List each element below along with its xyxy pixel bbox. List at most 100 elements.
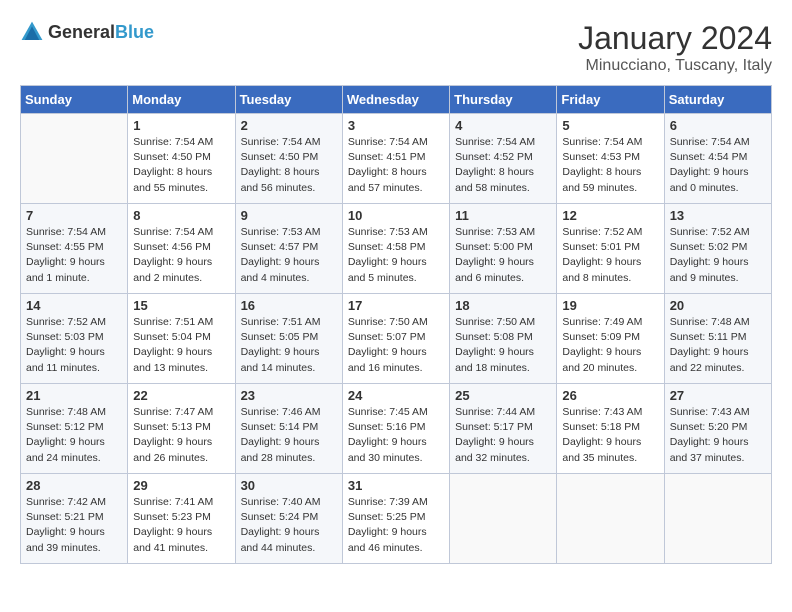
calendar-cell: 11Sunrise: 7:53 AMSunset: 5:00 PMDayligh… <box>450 204 557 294</box>
calendar-cell <box>664 474 771 564</box>
day-number: 12 <box>562 208 658 223</box>
day-number: 27 <box>670 388 766 403</box>
day-info: Sunrise: 7:45 AMSunset: 5:16 PMDaylight:… <box>348 405 444 466</box>
day-info: Sunrise: 7:54 AMSunset: 4:51 PMDaylight:… <box>348 135 444 196</box>
logo-text-blue: Blue <box>115 23 154 41</box>
day-info: Sunrise: 7:47 AMSunset: 5:13 PMDaylight:… <box>133 405 229 466</box>
day-info: Sunrise: 7:51 AMSunset: 5:04 PMDaylight:… <box>133 315 229 376</box>
day-number: 3 <box>348 118 444 133</box>
day-info: Sunrise: 7:46 AMSunset: 5:14 PMDaylight:… <box>241 405 337 466</box>
calendar-cell: 4 Sunrise: 7:54 AMSunset: 4:52 PMDaylight… <box>450 114 557 204</box>
day-info: Sunrise: 7:49 AMSunset: 5:09 PMDaylight:… <box>562 315 658 376</box>
day-number: 9 <box>241 208 337 223</box>
day-number: 4 <box>455 118 551 133</box>
day-info: Sunrise: 7:52 AMSunset: 5:02 PMDaylight:… <box>670 225 766 286</box>
calendar-cell: 13 Sunrise: 7:52 AMSunset: 5:02 PMDayligh… <box>664 204 771 294</box>
calendar-cell: 1Sunrise: 7:54 AMSunset: 4:50 PMDaylight… <box>128 114 235 204</box>
day-info: Sunrise: 7:42 AMSunset: 5:21 PMDaylight:… <box>26 495 122 556</box>
col-header-saturday: Saturday <box>664 86 771 114</box>
day-info: Sunrise: 7:40 AMSunset: 5:24 PMDaylight:… <box>241 495 337 556</box>
col-header-tuesday: Tuesday <box>235 86 342 114</box>
day-info: Sunrise: 7:54 AMSunset: 4:56 PMDaylight:… <box>133 225 229 286</box>
calendar-cell: 8 Sunrise: 7:54 AMSunset: 4:56 PMDaylight… <box>128 204 235 294</box>
day-number: 18 <box>455 298 551 313</box>
day-number: 21 <box>26 388 122 403</box>
calendar-cell: 16 Sunrise: 7:51 AMSunset: 5:05 PMDayligh… <box>235 294 342 384</box>
day-number: 10 <box>348 208 444 223</box>
calendar-cell: 22Sunrise: 7:47 AMSunset: 5:13 PMDayligh… <box>128 384 235 474</box>
calendar-week-row: 28Sunrise: 7:42 AMSunset: 5:21 PMDayligh… <box>21 474 772 564</box>
day-number: 8 <box>133 208 229 223</box>
day-info: Sunrise: 7:53 AMSunset: 4:57 PMDaylight:… <box>241 225 337 286</box>
day-info: Sunrise: 7:48 AMSunset: 5:12 PMDaylight:… <box>26 405 122 466</box>
calendar-cell: 10Sunrise: 7:53 AMSunset: 4:58 PMDayligh… <box>342 204 449 294</box>
col-header-monday: Monday <box>128 86 235 114</box>
day-number: 7 <box>26 208 122 223</box>
calendar-cell: 5 Sunrise: 7:54 AMSunset: 4:53 PMDaylight… <box>557 114 664 204</box>
calendar-cell: 7 Sunrise: 7:54 AMSunset: 4:55 PMDaylight… <box>21 204 128 294</box>
calendar-header-row: SundayMondayTuesdayWednesdayThursdayFrid… <box>21 86 772 114</box>
day-number: 26 <box>562 388 658 403</box>
day-number: 30 <box>241 478 337 493</box>
day-info: Sunrise: 7:54 AMSunset: 4:53 PMDaylight:… <box>562 135 658 196</box>
calendar-cell: 29 Sunrise: 7:41 AMSunset: 5:23 PMDayligh… <box>128 474 235 564</box>
day-number: 14 <box>26 298 122 313</box>
calendar-cell <box>21 114 128 204</box>
calendar-cell: 17 Sunrise: 7:50 AMSunset: 5:07 PMDayligh… <box>342 294 449 384</box>
calendar-week-row: 1Sunrise: 7:54 AMSunset: 4:50 PMDaylight… <box>21 114 772 204</box>
calendar-cell: 14 Sunrise: 7:52 AMSunset: 5:03 PMDayligh… <box>21 294 128 384</box>
logo-icon <box>20 20 44 44</box>
day-number: 5 <box>562 118 658 133</box>
calendar-week-row: 7 Sunrise: 7:54 AMSunset: 4:55 PMDaylight… <box>21 204 772 294</box>
calendar-cell: 31Sunrise: 7:39 AMSunset: 5:25 PMDayligh… <box>342 474 449 564</box>
day-number: 20 <box>670 298 766 313</box>
col-header-thursday: Thursday <box>450 86 557 114</box>
col-header-sunday: Sunday <box>21 86 128 114</box>
day-info: Sunrise: 7:43 AMSunset: 5:18 PMDaylight:… <box>562 405 658 466</box>
day-number: 16 <box>241 298 337 313</box>
calendar-cell: 28Sunrise: 7:42 AMSunset: 5:21 PMDayligh… <box>21 474 128 564</box>
logo-text-general: General <box>48 23 115 41</box>
calendar-cell: 3 Sunrise: 7:54 AMSunset: 4:51 PMDaylight… <box>342 114 449 204</box>
calendar-cell: 20 Sunrise: 7:48 AMSunset: 5:11 PMDayligh… <box>664 294 771 384</box>
day-info: Sunrise: 7:50 AMSunset: 5:07 PMDaylight:… <box>348 315 444 376</box>
location-title: Minucciano, Tuscany, Italy <box>578 57 772 75</box>
day-number: 2 <box>241 118 337 133</box>
day-info: Sunrise: 7:53 AMSunset: 5:00 PMDaylight:… <box>455 225 551 286</box>
day-number: 17 <box>348 298 444 313</box>
calendar-cell: 25Sunrise: 7:44 AMSunset: 5:17 PMDayligh… <box>450 384 557 474</box>
col-header-wednesday: Wednesday <box>342 86 449 114</box>
title-area: January 2024 Minucciano, Tuscany, Italy <box>578 20 772 75</box>
day-info: Sunrise: 7:54 AMSunset: 4:55 PMDaylight:… <box>26 225 122 286</box>
day-info: Sunrise: 7:52 AMSunset: 5:03 PMDaylight:… <box>26 315 122 376</box>
day-info: Sunrise: 7:54 AMSunset: 4:50 PMDaylight:… <box>241 135 337 196</box>
calendar-cell: 6Sunrise: 7:54 AMSunset: 4:54 PMDaylight… <box>664 114 771 204</box>
day-number: 24 <box>348 388 444 403</box>
day-info: Sunrise: 7:54 AMSunset: 4:52 PMDaylight:… <box>455 135 551 196</box>
calendar-week-row: 21 Sunrise: 7:48 AMSunset: 5:12 PMDayligh… <box>21 384 772 474</box>
calendar-table: SundayMondayTuesdayWednesdayThursdayFrid… <box>20 85 772 564</box>
calendar-cell: 26 Sunrise: 7:43 AMSunset: 5:18 PMDayligh… <box>557 384 664 474</box>
day-number: 23 <box>241 388 337 403</box>
calendar-cell: 30 Sunrise: 7:40 AMSunset: 5:24 PMDayligh… <box>235 474 342 564</box>
day-info: Sunrise: 7:50 AMSunset: 5:08 PMDaylight:… <box>455 315 551 376</box>
calendar-cell: 12 Sunrise: 7:52 AMSunset: 5:01 PMDayligh… <box>557 204 664 294</box>
day-info: Sunrise: 7:44 AMSunset: 5:17 PMDaylight:… <box>455 405 551 466</box>
day-info: Sunrise: 7:52 AMSunset: 5:01 PMDaylight:… <box>562 225 658 286</box>
day-number: 15 <box>133 298 229 313</box>
calendar-cell: 15 Sunrise: 7:51 AMSunset: 5:04 PMDayligh… <box>128 294 235 384</box>
day-info: Sunrise: 7:41 AMSunset: 5:23 PMDaylight:… <box>133 495 229 556</box>
day-info: Sunrise: 7:54 AMSunset: 4:54 PMDaylight:… <box>670 135 766 196</box>
logo: General Blue <box>20 20 154 44</box>
calendar-cell: 19Sunrise: 7:49 AMSunset: 5:09 PMDayligh… <box>557 294 664 384</box>
day-number: 31 <box>348 478 444 493</box>
day-info: Sunrise: 7:51 AMSunset: 5:05 PMDaylight:… <box>241 315 337 376</box>
calendar-cell <box>557 474 664 564</box>
page-header: General Blue January 2024 Minucciano, Tu… <box>20 20 772 75</box>
day-info: Sunrise: 7:54 AMSunset: 4:50 PMDaylight:… <box>133 135 229 196</box>
calendar-cell: 21 Sunrise: 7:48 AMSunset: 5:12 PMDayligh… <box>21 384 128 474</box>
calendar-cell: 27Sunrise: 7:43 AMSunset: 5:20 PMDayligh… <box>664 384 771 474</box>
day-number: 29 <box>133 478 229 493</box>
day-number: 13 <box>670 208 766 223</box>
day-info: Sunrise: 7:48 AMSunset: 5:11 PMDaylight:… <box>670 315 766 376</box>
